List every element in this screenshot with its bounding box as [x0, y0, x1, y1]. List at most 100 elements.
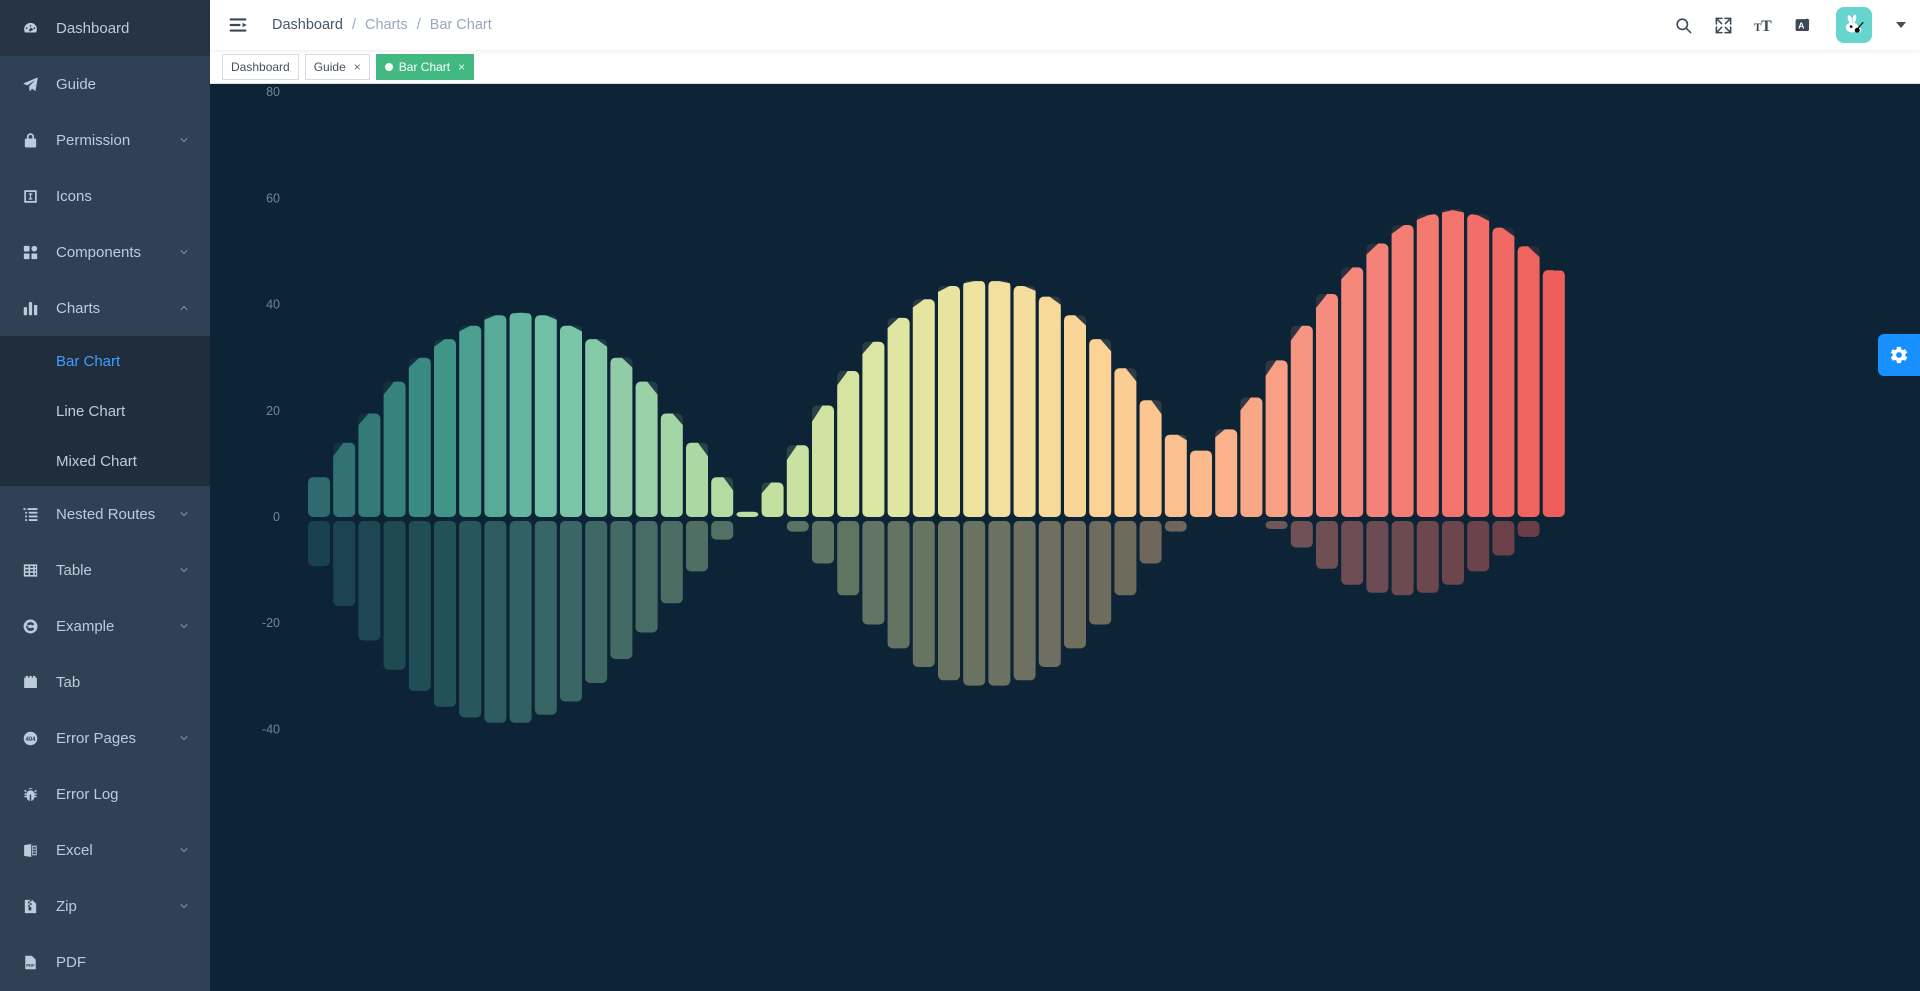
bar-positive[interactable] [1366, 243, 1389, 518]
y-tick-label: 60 [266, 191, 280, 205]
bar-positive[interactable] [1139, 400, 1162, 517]
bar-positive[interactable] [635, 381, 658, 517]
bar-positive[interactable] [887, 317, 910, 517]
translate-icon[interactable]: A 文 [1792, 14, 1814, 36]
bar-positive[interactable] [1265, 360, 1288, 517]
bar-positive[interactable] [1391, 225, 1414, 517]
tag-bar-chart[interactable]: Bar Chart × [375, 53, 475, 80]
bar-positive[interactable] [1190, 450, 1212, 517]
sidebar-subitem-bar-chart[interactable]: Bar Chart [0, 336, 210, 386]
bar-positive[interactable] [1341, 267, 1364, 517]
settings-gear-button[interactable] [1878, 334, 1920, 376]
bar-positive[interactable] [1164, 434, 1187, 517]
bar-positive[interactable] [686, 442, 708, 517]
caret-down-icon[interactable] [1896, 22, 1906, 28]
bar-positive[interactable] [1240, 397, 1263, 518]
bar-positive[interactable] [1542, 270, 1565, 517]
sidebar-item-dashboard[interactable]: Dashboard [0, 0, 210, 56]
sidebar-item-example[interactable]: Example [0, 598, 210, 654]
sidebar-item-pdf[interactable]: PDF PDF [0, 934, 210, 990]
chart-bar-icon [20, 298, 40, 318]
negative-region-veil [210, 520, 1920, 991]
bar-positive[interactable] [1467, 214, 1490, 518]
bar-positive[interactable] [1215, 429, 1238, 517]
app-root: Dashboard Guide Permission Icons Components C… [0, 0, 1920, 991]
bar-positive[interactable] [560, 325, 582, 517]
bar-positive[interactable] [1316, 294, 1338, 517]
user-avatar[interactable] [1836, 7, 1872, 43]
sidebar: Dashboard Guide Permission Icons Components C… [0, 0, 210, 991]
bar-positive[interactable] [837, 371, 860, 517]
chevron-down-icon [178, 900, 190, 912]
bar-positive[interactable] [1114, 368, 1137, 517]
breadcrumb-item-charts[interactable]: Charts [365, 17, 408, 33]
bar-positive[interactable] [963, 280, 986, 517]
sidebar-subitem-line-chart[interactable]: Line Chart [0, 386, 210, 436]
hamburger-collapse-icon[interactable] [218, 0, 258, 50]
bar-positive[interactable] [408, 357, 431, 517]
bar-positive[interactable] [459, 325, 482, 517]
bar-positive[interactable] [358, 413, 381, 518]
svg-text:PDF: PDF [26, 963, 35, 968]
breadcrumb-item-dashboard[interactable]: Dashboard [272, 17, 343, 33]
sidebar-item-permission[interactable]: Permission [0, 112, 210, 168]
search-icon[interactable] [1672, 14, 1694, 36]
bar-positive[interactable] [1416, 214, 1439, 518]
bar-positive[interactable] [434, 339, 456, 517]
bar-positive[interactable] [333, 442, 356, 517]
bar-positive[interactable] [1442, 209, 1464, 517]
sidebar-item-label: Excel [56, 841, 93, 859]
bar-chart[interactable]: 80 60 40 20 0 -20 -40 [210, 84, 1920, 991]
tag-dashboard[interactable]: Dashboard [222, 53, 299, 80]
bar-positive[interactable] [1089, 339, 1112, 517]
tab-icon [20, 672, 40, 692]
sidebar-item-tab[interactable]: Tab [0, 654, 210, 710]
bar-positive[interactable] [1064, 315, 1086, 517]
bar-positive[interactable] [308, 477, 330, 517]
tag-guide[interactable]: Guide × [304, 53, 370, 80]
font-size-icon[interactable]: T T [1752, 14, 1774, 36]
bar-positive[interactable] [912, 299, 935, 517]
chevron-down-icon [178, 508, 190, 520]
sidebar-item-components[interactable]: Components [0, 224, 210, 280]
bar-positive[interactable] [1013, 286, 1036, 517]
sidebar-item-excel[interactable]: Excel [0, 822, 210, 878]
close-icon[interactable]: × [458, 60, 465, 74]
bar-positive[interactable] [660, 413, 683, 518]
bar-positive[interactable] [786, 445, 809, 517]
sidebar-item-guide[interactable]: Guide [0, 56, 210, 112]
bar-positive[interactable] [585, 339, 608, 517]
sidebar-item-nested-routes[interactable]: Nested Routes [0, 486, 210, 542]
sidebar-subitem-mixed-chart[interactable]: Mixed Chart [0, 436, 210, 486]
bar-positive[interactable] [736, 511, 759, 517]
sidebar-item-zip[interactable]: Zip [0, 878, 210, 934]
y-tick-label: 20 [266, 404, 280, 418]
bar-positive[interactable] [812, 405, 834, 518]
close-icon[interactable]: × [354, 60, 361, 74]
bar-positive[interactable] [509, 312, 532, 517]
bar-positive[interactable] [534, 315, 557, 517]
navbar-tools: T T A 文 [1672, 0, 1906, 50]
sidebar-item-icons[interactable]: Icons [0, 168, 210, 224]
sidebar-item-error-log[interactable]: Error Log [0, 766, 210, 822]
bar-positive[interactable] [1517, 246, 1540, 517]
bar-positive[interactable] [383, 381, 406, 517]
bar-positive[interactable] [938, 286, 960, 517]
bar-positive[interactable] [1038, 296, 1061, 517]
bar-positive[interactable] [610, 357, 633, 517]
fullscreen-icon[interactable] [1712, 14, 1734, 36]
pdf-icon: PDF [20, 952, 40, 972]
sidebar-item-charts[interactable]: Charts [0, 280, 210, 336]
bug-icon [20, 784, 40, 804]
bar-positive[interactable] [988, 280, 1011, 517]
sidebar-submenu-charts: Bar Chart Line Chart Mixed Chart [0, 336, 210, 486]
bar-positive[interactable] [862, 341, 885, 517]
bar-positive[interactable] [1290, 325, 1313, 517]
bar-positive[interactable] [484, 315, 507, 517]
sidebar-item-table[interactable]: Table [0, 542, 210, 598]
bar-positive[interactable] [1492, 227, 1515, 517]
sidebar-item-error-pages[interactable]: 404 Error Pages [0, 710, 210, 766]
bar-chart-canvas[interactable]: 80 60 40 20 0 -20 -40 [210, 84, 1920, 991]
components-icon [20, 242, 40, 262]
sidebar-item-label: Permission [56, 131, 131, 149]
